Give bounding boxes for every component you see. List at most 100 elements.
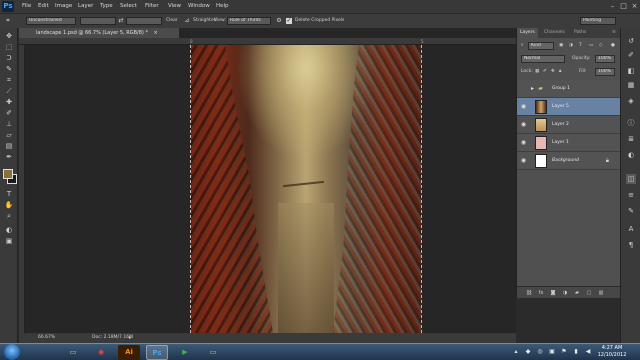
- panel-menu-icon[interactable]: ≡: [609, 28, 619, 38]
- filter-toggle-icon[interactable]: ●: [611, 42, 615, 50]
- lock-position-icon[interactable]: ✥: [551, 68, 555, 76]
- workspace-select[interactable]: Painting: [580, 17, 616, 25]
- image-canvas[interactable]: [190, 45, 422, 333]
- filter-type-icon[interactable]: T: [579, 42, 582, 50]
- menu-select[interactable]: Select: [120, 3, 137, 10]
- quick-mask-icon[interactable]: ◐: [3, 226, 15, 235]
- expand-arrow-icon[interactable]: ▸: [529, 85, 536, 92]
- tray-app-icon[interactable]: ▣: [548, 348, 556, 356]
- straighten-icon[interactable]: ⊿: [183, 17, 191, 25]
- channels-icon[interactable]: ≡: [626, 190, 636, 200]
- layer-row[interactable]: ◉ Layer 2: [517, 116, 621, 134]
- lock-transparent-icon[interactable]: ▦: [535, 68, 539, 76]
- layer-name[interactable]: Layer 5: [552, 103, 569, 110]
- menu-view[interactable]: View: [168, 3, 181, 10]
- filter-pixel-icon[interactable]: ▣: [559, 42, 563, 50]
- adjustment-icon[interactable]: ◑: [561, 289, 569, 297]
- layer-row-selected[interactable]: ◉ Layer 5: [517, 98, 621, 116]
- status-arrow-icon[interactable]: ▸: [129, 333, 132, 343]
- document-tab[interactable]: landscape 1.psd @ 66.7% (Layer 5, RGB/8)…: [19, 28, 179, 38]
- quick-select-icon[interactable]: ✎: [3, 65, 15, 74]
- close-icon[interactable]: ×: [630, 2, 639, 10]
- view-select[interactable]: Rule of Thirds: [227, 17, 271, 25]
- ratio-select[interactable]: Unconstrained: [26, 17, 76, 25]
- layer-name[interactable]: Layer 2: [552, 121, 569, 128]
- folder-app-icon[interactable]: ▭: [202, 345, 224, 360]
- adjustments-icon[interactable]: ◐: [626, 150, 636, 160]
- settings-gear-icon[interactable]: ⚙: [275, 17, 283, 25]
- layer-row-background[interactable]: ◉ Background 🔒︎: [517, 152, 621, 170]
- volume-icon[interactable]: ◀: [584, 348, 592, 356]
- filter-adjust-icon[interactable]: ◑: [569, 42, 573, 50]
- swatches-icon[interactable]: ▦: [626, 80, 636, 90]
- history-icon[interactable]: ↺: [626, 36, 636, 46]
- mask-icon[interactable]: ◙: [549, 289, 557, 297]
- marquee-icon[interactable]: ⬚: [3, 43, 15, 52]
- paragraph-icon[interactable]: ¶: [626, 240, 636, 250]
- move-icon[interactable]: ✥: [3, 32, 15, 41]
- type-icon[interactable]: T: [3, 190, 15, 199]
- filter-shape-icon[interactable]: ▭: [589, 42, 593, 50]
- tab-paths[interactable]: Paths: [571, 28, 589, 38]
- menu-layer[interactable]: Layer: [78, 3, 93, 10]
- new-layer-icon[interactable]: ▢: [585, 289, 593, 297]
- hand-icon[interactable]: ✋: [3, 201, 15, 210]
- clock-time[interactable]: 4:27 AM: [592, 345, 632, 352]
- eye-icon[interactable]: ◉: [520, 139, 527, 146]
- flag-icon[interactable]: ⚑: [560, 348, 568, 356]
- zoom-icon[interactable]: ⌕: [3, 212, 15, 221]
- info-icon[interactable]: ⓘ: [626, 118, 636, 128]
- height-field[interactable]: [126, 17, 162, 25]
- delete-cropped-checkbox[interactable]: ✓: [286, 18, 292, 24]
- close-tab-icon[interactable]: ×: [154, 30, 158, 36]
- blend-mode-select[interactable]: Normal: [521, 55, 565, 63]
- explorer-app-icon[interactable]: ▭: [62, 345, 84, 360]
- gradient-icon[interactable]: ▤: [3, 142, 15, 151]
- filter-smart-icon[interactable]: ◇: [599, 42, 602, 50]
- layer-row[interactable]: ◉ Layer 1: [517, 134, 621, 152]
- brush-icon[interactable]: ✐: [3, 109, 15, 118]
- fx-icon[interactable]: fx: [537, 289, 545, 297]
- tray-app-icon[interactable]: ◎: [536, 348, 544, 356]
- tab-layers[interactable]: Layers: [517, 28, 538, 38]
- crop-icon[interactable]: ⌗: [3, 76, 15, 85]
- crop-tool-icon[interactable]: ⌗: [4, 17, 12, 25]
- properties-icon[interactable]: ≣: [626, 134, 636, 144]
- eraser-icon[interactable]: ▱: [3, 131, 15, 140]
- link-icon[interactable]: ⛓: [525, 289, 533, 297]
- menu-type[interactable]: Type: [100, 3, 113, 10]
- maximize-icon[interactable]: □: [619, 2, 628, 10]
- new-group-icon[interactable]: ▰: [573, 289, 581, 297]
- menu-window[interactable]: Window: [188, 3, 210, 10]
- minimize-icon[interactable]: –: [608, 2, 617, 10]
- fill-field[interactable]: 100%: [595, 68, 615, 76]
- character-icon[interactable]: A: [626, 224, 636, 234]
- opacity-field[interactable]: 100%: [595, 55, 615, 63]
- width-field[interactable]: [80, 17, 116, 25]
- photoshop-app-icon[interactable]: Ps: [146, 345, 168, 360]
- media-app-icon[interactable]: ▶: [174, 345, 196, 360]
- lock-all-icon[interactable]: 🔒︎: [559, 68, 561, 76]
- clock-date[interactable]: 12/10/2012: [592, 352, 632, 359]
- illustrator-app-icon[interactable]: Ai: [118, 345, 140, 360]
- layers-icon[interactable]: ◫: [626, 174, 636, 184]
- styles-icon[interactable]: ◈: [626, 96, 636, 106]
- tab-channels[interactable]: Channels: [541, 28, 568, 38]
- tray-expand-icon[interactable]: ▴: [512, 348, 520, 356]
- chrome-app-icon[interactable]: ◉: [90, 345, 112, 360]
- clone-stamp-icon[interactable]: ⊥: [3, 120, 15, 129]
- clear-button[interactable]: Clear: [166, 18, 178, 24]
- adjust-icon[interactable]: ◧: [626, 66, 636, 76]
- filter-kind-select[interactable]: Kind: [528, 42, 554, 50]
- eye-icon[interactable]: ◉: [520, 103, 527, 110]
- brush-presets-icon[interactable]: ✐: [626, 50, 636, 60]
- menu-edit[interactable]: Edit: [38, 3, 49, 10]
- menu-help[interactable]: Help: [216, 3, 229, 10]
- layer-name[interactable]: Background: [552, 157, 579, 164]
- pen-icon[interactable]: ✒: [3, 153, 15, 162]
- layer-name[interactable]: Group 1: [552, 85, 570, 92]
- eye-icon[interactable]: ◉: [520, 157, 527, 164]
- swap-icon[interactable]: ⇄: [117, 17, 125, 25]
- zoom-level[interactable]: 66.67%: [38, 333, 55, 343]
- lock-image-icon[interactable]: ✐: [543, 68, 547, 76]
